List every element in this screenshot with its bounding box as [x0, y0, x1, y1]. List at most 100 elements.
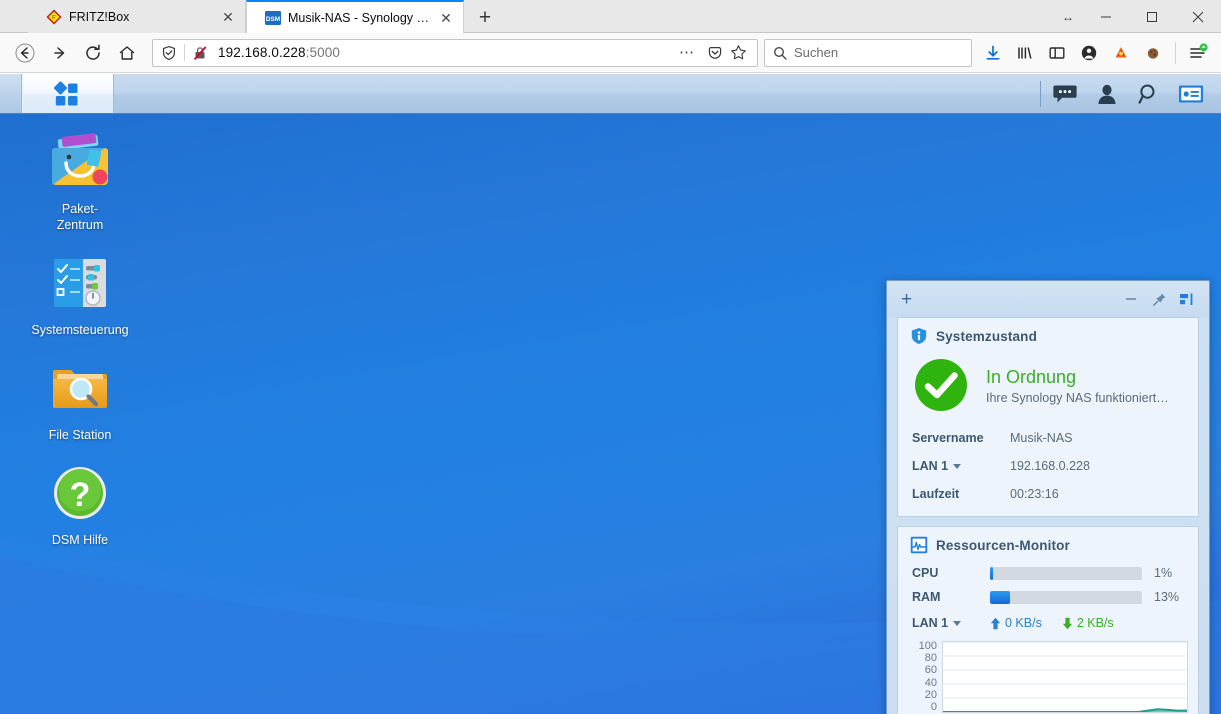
- row-key-label: LAN 1: [912, 459, 949, 473]
- add-widget-button[interactable]: +: [897, 290, 916, 309]
- new-tab-button[interactable]: +: [470, 3, 500, 33]
- arrow-down-icon: [1062, 617, 1073, 630]
- window-controls: ↔: [1053, 0, 1221, 33]
- widgets-icon[interactable]: [1175, 78, 1207, 110]
- desktop-icon-file-station[interactable]: File Station: [20, 356, 140, 443]
- screen: F FRITZ!Box ✕ DSM Musik-NAS - Synology N…: [0, 0, 1221, 714]
- tab-title: FRITZ!Box: [69, 10, 130, 24]
- library-icon[interactable]: [1010, 38, 1040, 68]
- bookmark-star-icon[interactable]: [728, 44, 753, 61]
- chart-y-tick: 100: [918, 640, 937, 652]
- chevron-down-icon[interactable]: [953, 620, 962, 626]
- resize-icon[interactable]: ↔: [1053, 10, 1083, 24]
- close-icon[interactable]: ✕: [437, 9, 455, 27]
- search-placeholder: Suchen: [794, 45, 839, 60]
- browser-toolbar-icons: [978, 38, 1213, 68]
- search-icon[interactable]: [1133, 78, 1165, 110]
- desktop-icon-paket-zentrum[interactable]: Paket- Zentrum: [20, 130, 140, 233]
- tab-strip: F FRITZ!Box ✕ DSM Musik-NAS - Synology N…: [28, 0, 500, 33]
- minimize-button[interactable]: [1083, 0, 1129, 33]
- system-health-row-lan[interactable]: LAN 1 192.168.0.228: [898, 452, 1198, 480]
- forward-arrow-icon[interactable]: [44, 38, 74, 68]
- cpu-percent: 1%: [1154, 566, 1173, 580]
- network-download-text: 2 KB/s: [1076, 616, 1114, 630]
- system-health-status: In Ordnung: [986, 367, 1077, 387]
- toolbar-divider: [1175, 41, 1176, 64]
- browser-navbar: 192.168.0.228:5000 ⋯ Suchen: [0, 33, 1221, 73]
- green-check-icon: [912, 356, 970, 414]
- reload-icon[interactable]: [78, 38, 108, 68]
- row-key[interactable]: LAN 1: [912, 459, 1010, 473]
- tab-title: Musik-NAS - Synology NAS: [288, 10, 430, 25]
- chevron-down-icon[interactable]: [953, 463, 962, 469]
- system-health-row-laufzeit: Laufzeit 00:23:16: [898, 480, 1198, 508]
- network-upload: 0 KB/s: [990, 616, 1042, 630]
- dsm-desktop: Paket- Zentrum Systemsteuerung File Stat…: [0, 114, 1221, 714]
- desktop-icon-label: DSM Hilfe: [51, 533, 109, 547]
- downloads-icon[interactable]: [978, 38, 1008, 68]
- row-key: Laufzeit: [912, 487, 960, 501]
- system-health-texts: In Ordnung Ihre Synology NAS funktionier…: [986, 365, 1169, 405]
- desktop-icon-label: Systemsteuerung: [31, 323, 129, 337]
- browser-tab-synology[interactable]: DSM Musik-NAS - Synology NAS ✕: [246, 0, 464, 33]
- notifications-icon[interactable]: [1049, 78, 1081, 110]
- account-icon[interactable]: [1074, 38, 1104, 68]
- dock-icon[interactable]: [1173, 286, 1201, 312]
- chart-y-tick: 0: [930, 700, 937, 713]
- chart-y-axis: 100 80 60 40 20 0: [906, 641, 942, 713]
- cpu-row: CPU 1%: [898, 561, 1198, 585]
- url-text[interactable]: 192.168.0.228:5000: [212, 45, 672, 60]
- browser-tab-fritzbox[interactable]: F FRITZ!Box ✕: [28, 1, 246, 33]
- network-row: LAN 1 0 KB/s 2 KB/s: [898, 609, 1198, 635]
- maximize-button[interactable]: [1129, 0, 1175, 33]
- network-label[interactable]: LAN 1: [912, 616, 990, 630]
- url-bar[interactable]: 192.168.0.228:5000 ⋯: [152, 38, 758, 67]
- url-port: :5000: [305, 45, 340, 60]
- close-button[interactable]: [1175, 0, 1221, 33]
- no-https-icon[interactable]: [188, 45, 212, 61]
- pin-icon[interactable]: [1145, 286, 1173, 312]
- sidebars-icon[interactable]: [1042, 38, 1072, 68]
- resource-monitor-header: Ressourcen-Monitor: [898, 527, 1198, 561]
- back-arrow-icon[interactable]: [10, 38, 40, 68]
- system-health-header: Systemzustand: [898, 318, 1198, 352]
- system-health-row-servername: Servername Musik-NAS: [898, 424, 1198, 452]
- search-input[interactable]: Suchen: [764, 38, 972, 67]
- control-panel-icon: [54, 259, 106, 307]
- menu-icon[interactable]: [1183, 38, 1213, 68]
- package-center-icon: [52, 133, 108, 185]
- chart-plot-area: [942, 641, 1188, 713]
- chart-y-tick: 20: [924, 688, 937, 701]
- firefox-account-icon[interactable]: [1106, 38, 1136, 68]
- chart-y-tick: 40: [924, 676, 937, 689]
- pocket-icon[interactable]: [702, 45, 728, 61]
- row-value: 192.168.0.228: [1010, 459, 1090, 473]
- minimize-icon[interactable]: [1117, 286, 1145, 312]
- system-health-title: Systemzustand: [936, 328, 1037, 344]
- network-upload-text: 0 KB/s: [1005, 616, 1042, 630]
- url-bar-actions: ⋯: [672, 44, 753, 61]
- home-icon[interactable]: [112, 38, 142, 68]
- dsm-icon: DSM: [265, 10, 281, 25]
- dsm-page: Paket- Zentrum Systemsteuerung File Stat…: [0, 74, 1221, 714]
- resource-monitor-icon: [910, 536, 928, 554]
- desktop-icon-dsm-hilfe[interactable]: ? DSM Hilfe: [20, 461, 140, 548]
- desktop-icon-systemsteuerung[interactable]: Systemsteuerung: [20, 251, 140, 338]
- desktop-icon-column: Paket- Zentrum Systemsteuerung File Stat…: [20, 130, 140, 566]
- container-icon[interactable]: [1138, 38, 1168, 68]
- resource-monitor-title: Ressourcen-Monitor: [936, 537, 1070, 553]
- main-menu-button[interactable]: [22, 74, 114, 113]
- chart-y-tick: 60: [924, 664, 937, 677]
- taskbar-spacer: [114, 74, 1040, 113]
- arrow-up-icon: [990, 617, 1001, 630]
- close-icon[interactable]: ✕: [219, 8, 237, 26]
- taskbar-edge: [0, 74, 22, 113]
- cpu-progress-bar: [990, 566, 1142, 580]
- card-padding: [898, 508, 1198, 516]
- dsm-help-icon: ?: [54, 467, 106, 519]
- desktop-icon-label: File Station: [48, 428, 112, 442]
- desktop-icon-label: Paket- Zentrum: [56, 202, 104, 232]
- page-actions-icon[interactable]: ⋯: [672, 45, 702, 60]
- shield-icon[interactable]: [157, 45, 181, 61]
- user-icon[interactable]: [1091, 78, 1123, 110]
